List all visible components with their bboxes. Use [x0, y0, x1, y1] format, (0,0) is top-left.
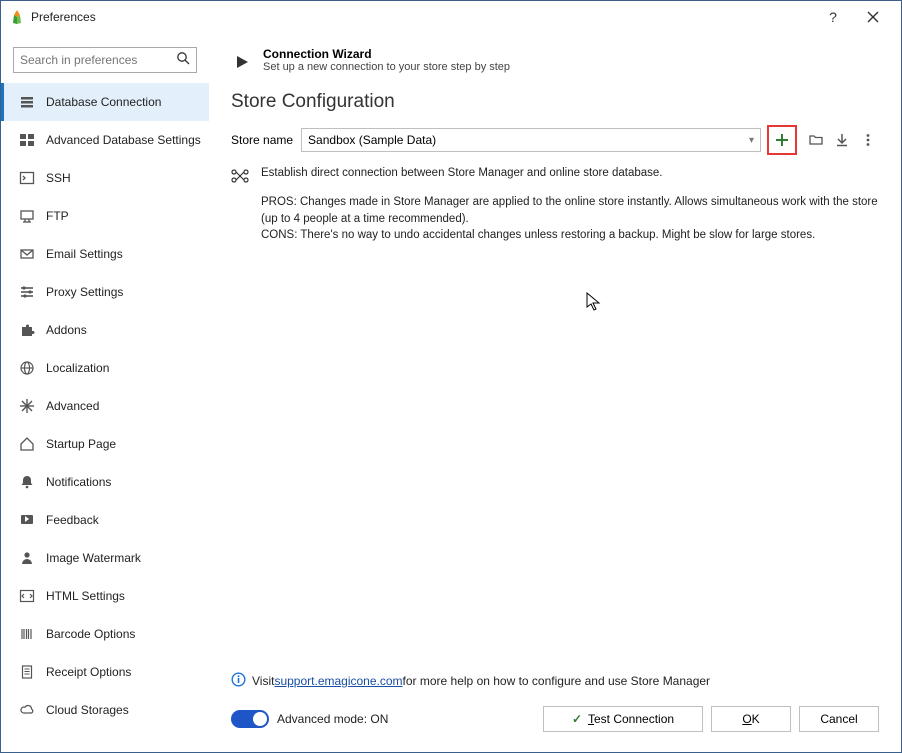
window-title: Preferences: [31, 10, 96, 24]
download-button[interactable]: [831, 129, 853, 151]
sidebar-item-notifications[interactable]: Notifications: [1, 463, 209, 501]
sidebar-item-startup-page[interactable]: Startup Page: [1, 425, 209, 463]
sidebar-item-ftp[interactable]: FTP: [1, 197, 209, 235]
sidebar-item-label: Localization: [46, 361, 109, 375]
pros-text: PROS: Changes made in Store Manager are …: [261, 194, 879, 227]
titlebar: Preferences ?: [1, 1, 901, 33]
close-button[interactable]: [853, 1, 893, 33]
sidebar-item-label: Cloud Storages: [46, 703, 129, 717]
app-icon: [9, 9, 25, 25]
advanced-mode-toggle[interactable]: [231, 710, 269, 728]
home-icon: [18, 435, 36, 453]
sidebar-item-ssh[interactable]: SSH: [1, 159, 209, 197]
sidebar-item-label: FTP: [46, 209, 69, 223]
sidebar-item-database-connection[interactable]: Database Connection: [1, 83, 209, 121]
email-icon: [18, 245, 36, 263]
barcode-icon: [18, 625, 36, 643]
sidebar-item-image-watermark[interactable]: Image Watermark: [1, 539, 209, 577]
sidebar-item-label: Startup Page: [46, 437, 116, 451]
wizard-play-button[interactable]: [231, 51, 253, 73]
section-title: Store Configuration: [231, 91, 879, 113]
cancel-button[interactable]: Cancel: [799, 706, 879, 732]
help-text-suffix: for more help on how to configure and us…: [403, 674, 711, 688]
sidebar-item-label: Advanced Database Settings: [46, 133, 201, 147]
store-name-select[interactable]: Sandbox (Sample Data) ▾: [301, 128, 761, 152]
sidebar-item-localization[interactable]: Localization: [1, 349, 209, 387]
search-box[interactable]: [13, 47, 197, 73]
ftp-icon: [18, 207, 36, 225]
sidebar-item-label: Image Watermark: [46, 551, 141, 565]
terminal-icon: [18, 169, 36, 187]
store-name-label: Store name: [231, 133, 293, 147]
sidebar-item-label: Barcode Options: [46, 627, 135, 641]
code-icon: [18, 587, 36, 605]
sidebar-item-addons[interactable]: Addons: [1, 311, 209, 349]
add-store-button[interactable]: [767, 125, 797, 155]
sidebar-item-advanced[interactable]: Advanced: [1, 387, 209, 425]
sidebar-item-barcode-options[interactable]: Barcode Options: [1, 615, 209, 653]
support-link[interactable]: support.emagicone.com: [274, 674, 402, 688]
sidebar-item-label: Database Connection: [46, 95, 161, 109]
search-input[interactable]: [20, 53, 176, 67]
cons-text: CONS: There's no way to undo accidental …: [261, 227, 879, 244]
help-footer: Visit support.emagicone.com for more hel…: [209, 672, 901, 700]
receipt-icon: [18, 663, 36, 681]
globe-icon: [18, 359, 36, 377]
sidebar-item-html-settings[interactable]: HTML Settings: [1, 577, 209, 615]
store-name-value: Sandbox (Sample Data): [308, 133, 436, 147]
sidebar-item-advanced-database-settings[interactable]: Advanced Database Settings: [1, 121, 209, 159]
sidebar-item-label: Proxy Settings: [46, 285, 123, 299]
sidebar-item-label: SSH: [46, 171, 71, 185]
sidebar-item-label: Addons: [46, 323, 87, 337]
sidebar-item-label: Feedback: [46, 513, 99, 527]
person-icon: [18, 549, 36, 567]
chevron-down-icon: ▾: [749, 135, 754, 146]
test-connection-button[interactable]: ✓ Test Connection: [543, 706, 703, 732]
more-options-button[interactable]: [857, 129, 879, 151]
database-icon: [18, 93, 36, 111]
snowflake-icon: [18, 397, 36, 415]
wizard-title: Connection Wizard: [263, 47, 510, 61]
proxy-icon: [18, 283, 36, 301]
help-text-prefix: Visit: [252, 674, 274, 688]
open-folder-button[interactable]: [805, 129, 827, 151]
sidebar-item-label: Notifications: [46, 475, 111, 489]
sidebar-item-feedback[interactable]: Feedback: [1, 501, 209, 539]
advanced-mode-label: Advanced mode: ON: [277, 712, 388, 726]
sidebar-item-label: HTML Settings: [46, 589, 125, 603]
bell-icon: [18, 473, 36, 491]
sidebar: Database Connection Advanced Database Se…: [1, 33, 209, 752]
help-button[interactable]: ?: [813, 1, 853, 33]
connection-icon: [231, 167, 251, 188]
ok-button[interactable]: OK: [711, 706, 791, 732]
advanced-db-icon: [18, 131, 36, 149]
wizard-subtitle: Set up a new connection to your store st…: [263, 61, 510, 73]
connection-wizard-row: Connection Wizard Set up a new connectio…: [231, 47, 879, 73]
cloud-icon: [18, 701, 36, 719]
search-icon: [176, 51, 190, 70]
sidebar-item-label: Advanced: [46, 399, 99, 413]
sidebar-item-email-settings[interactable]: Email Settings: [1, 235, 209, 273]
sidebar-item-proxy-settings[interactable]: Proxy Settings: [1, 273, 209, 311]
sidebar-item-cloud-storages[interactable]: Cloud Storages: [1, 691, 209, 729]
info-icon: [231, 672, 246, 690]
sidebar-item-label: Email Settings: [46, 247, 123, 261]
connection-description: Establish direct connection between Stor…: [261, 167, 662, 188]
sidebar-item-label: Receipt Options: [46, 665, 131, 679]
puzzle-icon: [18, 321, 36, 339]
sidebar-item-receipt-options[interactable]: Receipt Options: [1, 653, 209, 691]
check-icon: ✓: [572, 712, 582, 726]
feedback-icon: [18, 511, 36, 529]
